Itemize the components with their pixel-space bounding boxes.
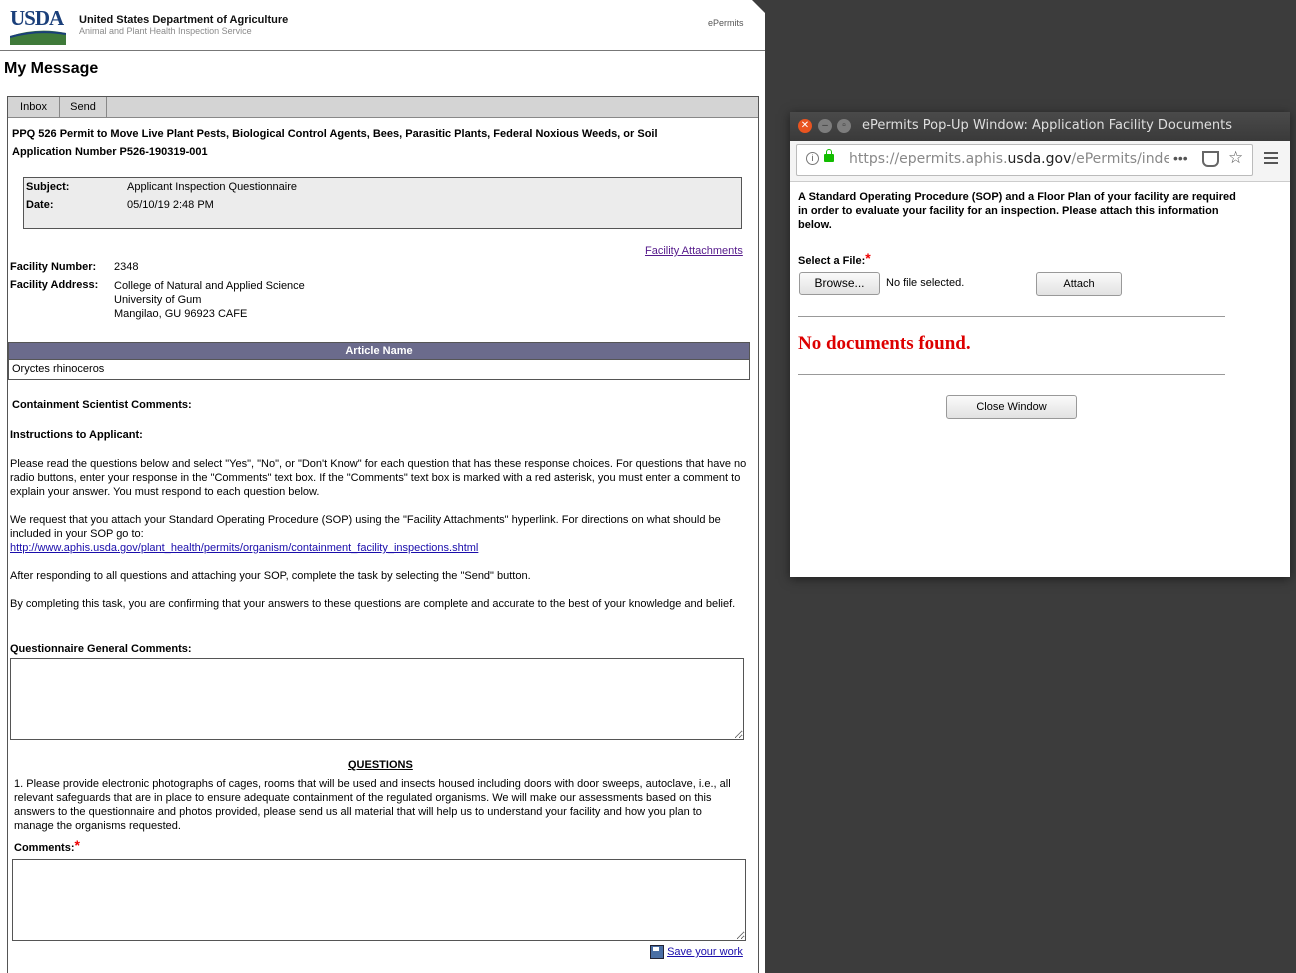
permit-title: PPQ 526 Permit to Move Live Plant Pests,…	[12, 128, 658, 140]
comments-label: Comments:*	[14, 837, 80, 858]
url-host: usda.gov	[1007, 151, 1072, 167]
application-number: Application Number P526-190319-001	[12, 146, 208, 158]
required-asterisk: *	[865, 250, 871, 266]
message-tabs: Inbox Send	[8, 97, 758, 118]
select-file-text: Select a File:	[798, 255, 866, 267]
usda-logo-graphic	[10, 30, 66, 45]
bookmark-star-icon[interactable]: ☆	[1228, 148, 1243, 168]
url-suffix: /ePermits/index	[1071, 151, 1169, 167]
popup-window-title: ePermits Pop-Up Window: Application Faci…	[862, 118, 1233, 133]
page-corner	[752, 0, 766, 14]
popup-titlebar[interactable]: ✕ – ▫ ePermits Pop-Up Window: Applicatio…	[790, 112, 1290, 141]
minimize-icon[interactable]: –	[818, 119, 832, 133]
send-instructions: After responding to all questions and at…	[10, 570, 531, 582]
info-icon[interactable]: i	[806, 152, 819, 165]
comments-label-text: Comments:	[14, 842, 75, 854]
site-header: USDA United States Department of Agricul…	[0, 0, 765, 51]
address-line: Mangilao, GU 96923 CAFE	[114, 308, 248, 320]
popup-instructions: A Standard Operating Procedure (SOP) and…	[798, 191, 1236, 231]
required-asterisk: *	[74, 837, 80, 853]
article-table-header: Article Name	[9, 343, 749, 360]
no-file-selected-text: No file selected.	[886, 277, 965, 289]
department-name: United States Department of Agriculture	[79, 14, 289, 26]
url-prefix: https://epermits.aphis.	[849, 151, 1008, 167]
browse-button[interactable]: Browse...	[799, 272, 880, 295]
agency-name: Animal and Plant Health Inspection Servi…	[79, 26, 252, 36]
close-window-icon[interactable]: ✕	[798, 119, 812, 133]
divider	[798, 374, 1225, 375]
sop-text: We request that you attach your Standard…	[10, 514, 721, 540]
address-line: University of Gum	[114, 294, 202, 306]
confirmation-text: By completing this task, you are confirm…	[10, 598, 736, 610]
message-info-box: Subject: Applicant Inspection Questionna…	[23, 177, 742, 229]
usda-logo[interactable]: USDA	[10, 6, 66, 45]
subject-label: Subject:	[26, 181, 70, 193]
question-1: 1. Please provide electronic photographs…	[14, 778, 731, 832]
maximize-icon[interactable]: ▫	[837, 119, 851, 133]
general-comments-textarea[interactable]	[10, 658, 744, 740]
facility-address: College of Natural and Applied Science U…	[114, 279, 305, 321]
url-text[interactable]: https://epermits.aphis.usda.gov/ePermits…	[849, 151, 1169, 167]
pocket-icon[interactable]	[1202, 151, 1219, 167]
no-documents-message: No documents found.	[798, 333, 971, 354]
main-browser-window: USDA United States Department of Agricul…	[0, 0, 765, 973]
address-line: College of Natural and Applied Science	[114, 280, 305, 292]
app-name: ePermits	[708, 18, 744, 28]
instructions-paragraph: Please read the questions below and sele…	[10, 458, 747, 498]
popup-window: ✕ – ▫ ePermits Pop-Up Window: Applicatio…	[790, 112, 1290, 577]
hamburger-menu-icon[interactable]	[1264, 152, 1278, 164]
date-label: Date:	[26, 199, 54, 211]
save-work[interactable]: Save your work	[650, 945, 743, 959]
save-icon	[650, 945, 664, 959]
usda-logo-text: USDA	[10, 6, 64, 30]
table-row: Oryctes rhinoceros	[12, 363, 105, 375]
browser-toolbar: i https://epermits.aphis.usda.gov/ePermi…	[790, 141, 1290, 182]
select-file-label: Select a File:*	[798, 250, 871, 271]
facility-attachments-link[interactable]: Facility Attachments	[645, 245, 743, 257]
sop-directions-link[interactable]: http://www.aphis.usda.gov/plant_health/p…	[10, 542, 478, 554]
facility-number-label: Facility Number:	[10, 261, 97, 273]
tab-inbox[interactable]: Inbox	[8, 97, 60, 117]
article-table: Article Name Oryctes rhinoceros	[8, 342, 750, 380]
save-your-work-link[interactable]: Save your work	[667, 946, 743, 958]
url-bar[interactable]: i https://epermits.aphis.usda.gov/ePermi…	[796, 144, 1253, 176]
questions-heading: QUESTIONS	[348, 759, 413, 771]
attach-button[interactable]: Attach	[1036, 272, 1122, 296]
close-window-button[interactable]: Close Window	[946, 395, 1077, 419]
general-comments-label: Questionnaire General Comments:	[10, 643, 192, 655]
page-actions-icon[interactable]: •••	[1173, 150, 1188, 166]
tab-send[interactable]: Send	[60, 97, 107, 117]
subject-value: Applicant Inspection Questionnaire	[127, 181, 297, 193]
question-1-comments-textarea[interactable]	[12, 859, 746, 941]
scientist-comments-label: Containment Scientist Comments:	[12, 399, 192, 411]
message-panel: Inbox Send PPQ 526 Permit to Move Live P…	[7, 96, 759, 973]
facility-number-value: 2348	[114, 261, 139, 273]
instructions-heading: Instructions to Applicant:	[10, 429, 143, 441]
page-title: My Message	[4, 60, 99, 77]
date-value: 05/10/19 2:48 PM	[127, 199, 214, 211]
facility-address-label: Facility Address:	[10, 279, 99, 291]
divider	[798, 316, 1225, 317]
lock-icon	[824, 149, 834, 162]
sop-paragraph: We request that you attach your Standard…	[10, 513, 756, 555]
